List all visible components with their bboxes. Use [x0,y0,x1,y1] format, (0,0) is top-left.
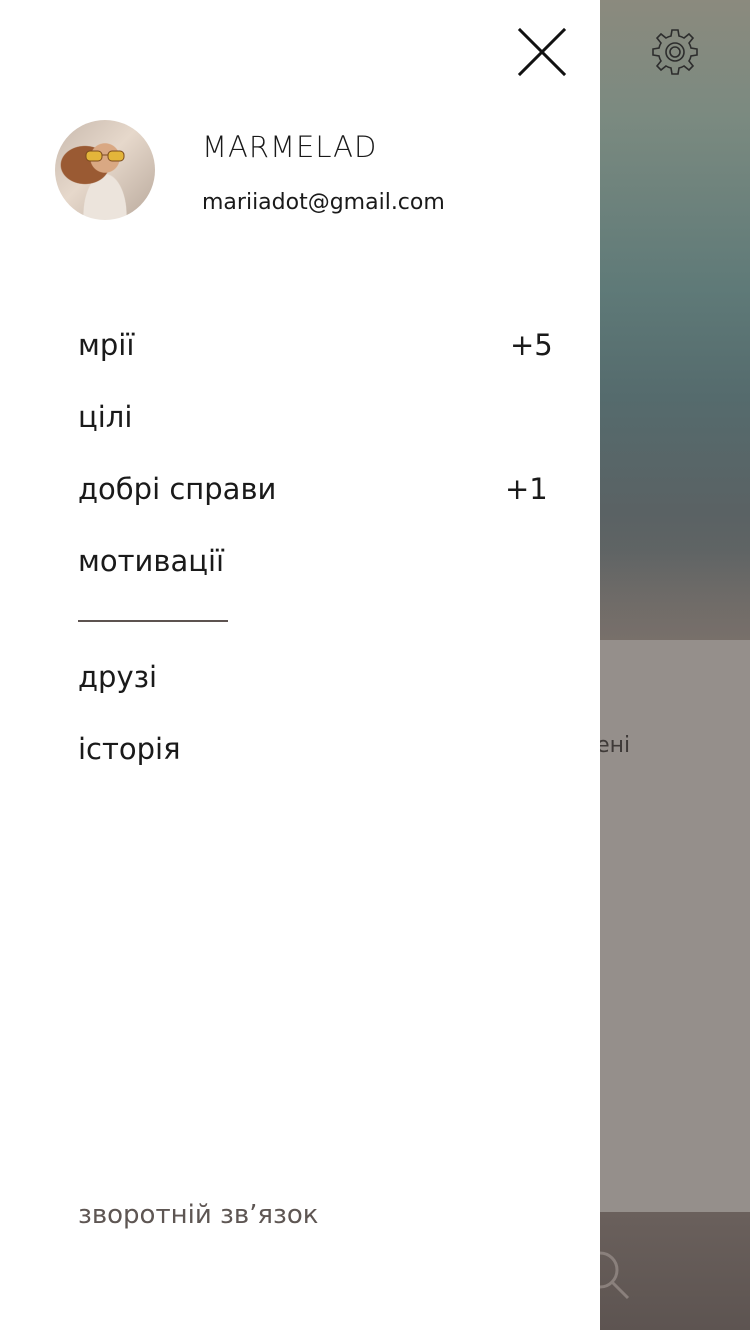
menu-item-motivations[interactable]: мотивації [78,536,548,586]
feedback-link[interactable]: зворотній зв’язок [78,1200,319,1230]
menu-item-label: мотивації [78,544,225,578]
menu-item-dreams[interactable]: мрії +5 [78,320,553,370]
avatar[interactable] [55,120,155,220]
gear-icon[interactable] [650,27,700,77]
menu-item-goals[interactable]: цілі [78,392,548,442]
background-panel-text: шені [600,733,631,758]
close-icon[interactable] [514,24,570,80]
avatar-photo [85,150,125,162]
menu-item-label: друзі [78,660,158,694]
menu-item-label: історія [78,732,181,766]
navigation-drawer: MARMELAD mariiadot@gmail.com мрії +5 ціл… [0,0,600,1330]
menu-item-label: цілі [78,400,133,434]
menu-item-friends[interactable]: друзі [78,652,548,702]
menu-item-history[interactable]: історія [78,724,548,774]
menu-divider [78,620,228,622]
user-email: mariiadot@gmail.com [202,190,445,215]
menu-item-label: добрі справи [78,472,277,506]
menu-item-good-deeds[interactable]: добрі справи +1 [78,464,548,514]
menu-item-count: +5 [510,328,553,362]
menu-item-count: +1 [505,472,548,506]
user-name: MARMELAD [202,130,378,164]
menu-item-label: мрії [78,328,135,362]
